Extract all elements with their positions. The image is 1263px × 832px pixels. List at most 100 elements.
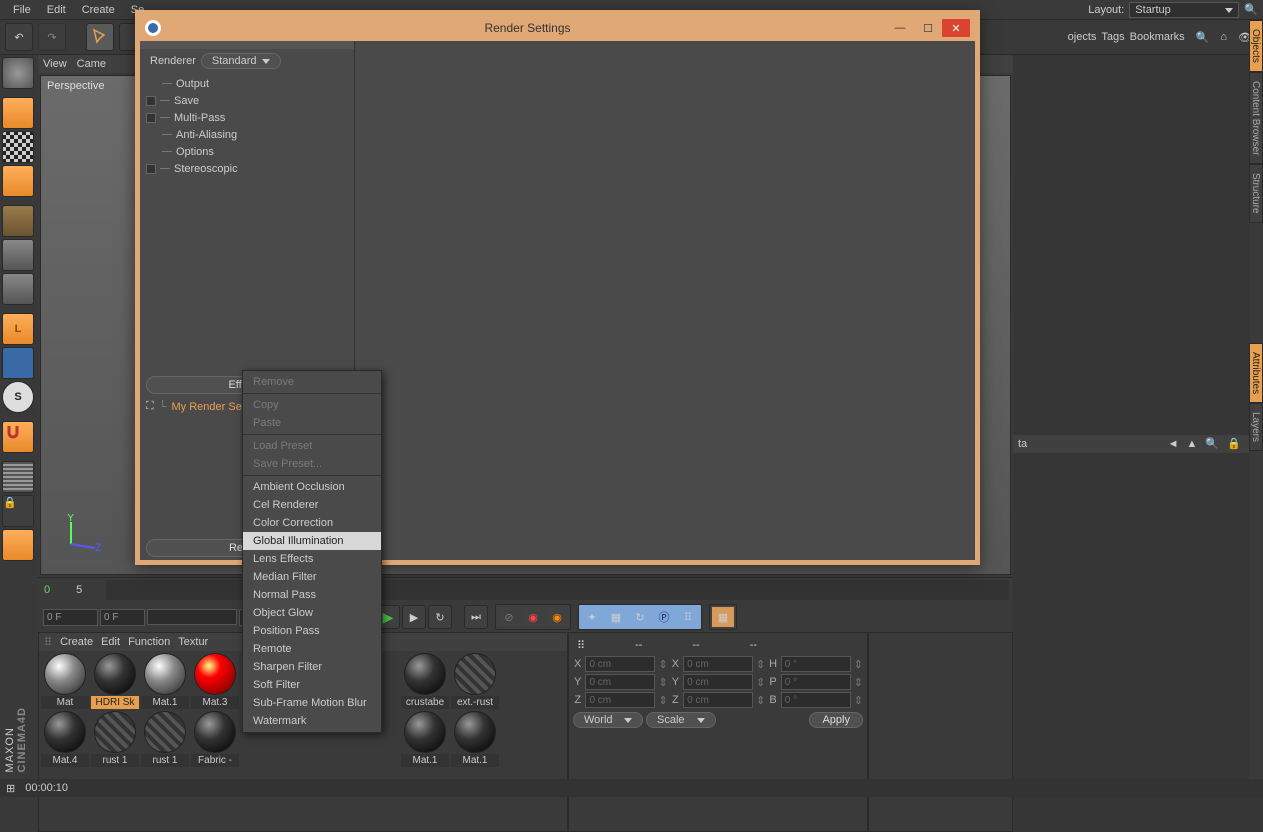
ctx-remote[interactable]: Remote bbox=[243, 640, 381, 658]
point-mode[interactable] bbox=[2, 205, 34, 237]
ctx-cel-renderer[interactable]: Cel Renderer bbox=[243, 496, 381, 514]
next-frame[interactable]: ▶ bbox=[402, 605, 426, 629]
view-menu[interactable]: View bbox=[43, 58, 67, 70]
ctx-color-correction[interactable]: Color Correction bbox=[243, 514, 381, 532]
attr-lock-icon[interactable]: 🔒 bbox=[1227, 437, 1241, 450]
obj-tab-tags[interactable]: Tags bbox=[1101, 31, 1124, 43]
material-fabric--[interactable]: Fabric - bbox=[191, 711, 239, 767]
record-key[interactable]: ◉ bbox=[522, 607, 544, 627]
ctx-watermark[interactable]: Watermark bbox=[243, 712, 381, 730]
camera-menu[interactable]: Came bbox=[77, 58, 106, 70]
material-mat-3[interactable]: Mat.3 bbox=[191, 653, 239, 709]
current-frame[interactable] bbox=[43, 609, 98, 626]
cube-primitive[interactable] bbox=[2, 97, 34, 129]
material-mat-4[interactable]: Mat.4 bbox=[41, 711, 89, 767]
tree-item-output[interactable]: Output bbox=[140, 75, 354, 92]
key-scale[interactable]: ▦ bbox=[605, 607, 627, 627]
min-frame[interactable] bbox=[100, 609, 145, 626]
material-mat[interactable]: Mat bbox=[41, 653, 89, 709]
edge-mode[interactable] bbox=[2, 239, 34, 271]
material-ext--rust[interactable]: ext.-rust bbox=[451, 653, 499, 709]
obj-tab-objects[interactable]: ojects bbox=[1068, 31, 1097, 43]
obj-filter-icon[interactable]: ⌂ bbox=[1220, 31, 1227, 43]
tree-item-save[interactable]: Save bbox=[140, 92, 354, 109]
apply-button[interactable]: Apply bbox=[809, 712, 863, 728]
redo-button[interactable]: ↷ bbox=[38, 23, 66, 51]
menu-edit[interactable]: Edit bbox=[39, 2, 74, 18]
goto-end[interactable]: ⏭ bbox=[464, 605, 488, 629]
render-setting-name[interactable]: My Render Se bbox=[172, 401, 242, 413]
tree-item-stereoscopic[interactable]: Stereoscopic bbox=[140, 160, 354, 177]
vtab-objects[interactable]: Objects bbox=[1249, 20, 1263, 72]
magnet-icon[interactable] bbox=[2, 421, 34, 453]
record-off[interactable]: ⊘ bbox=[498, 607, 520, 627]
key-param[interactable]: Ⓟ bbox=[653, 607, 675, 627]
menu-create[interactable]: Create bbox=[74, 2, 123, 18]
material-mat-1[interactable]: Mat.1 bbox=[451, 711, 499, 767]
workplane-icon[interactable] bbox=[2, 461, 34, 493]
floor-primitive[interactable] bbox=[2, 165, 34, 197]
search-icon[interactable]: 🔍 bbox=[1244, 3, 1258, 16]
s-icon[interactable]: S bbox=[2, 381, 34, 413]
ctx-soft-filter[interactable]: Soft Filter bbox=[243, 676, 381, 694]
renderer-dropdown[interactable]: Standard bbox=[201, 53, 281, 69]
nav-back-icon[interactable]: ◄ bbox=[1168, 438, 1179, 450]
maximize-button[interactable]: ☐ bbox=[914, 19, 942, 37]
attr-search-icon[interactable]: 🔍 bbox=[1205, 437, 1219, 450]
mat-menu-create[interactable]: Create bbox=[60, 636, 93, 648]
next-key[interactable]: ↻ bbox=[428, 605, 452, 629]
checker-icon[interactable] bbox=[2, 131, 34, 163]
coord-mode-2[interactable]: Scale bbox=[646, 712, 716, 728]
object-manager-body[interactable] bbox=[1013, 55, 1263, 435]
record-auto[interactable]: ◉ bbox=[546, 607, 568, 627]
checkbox-icon[interactable] bbox=[146, 113, 156, 123]
model-mode[interactable] bbox=[2, 57, 34, 89]
minimize-button[interactable]: — bbox=[886, 19, 914, 37]
key-rot[interactable]: ↻ bbox=[629, 607, 651, 627]
nav-up-icon[interactable]: ▲ bbox=[1186, 438, 1197, 450]
obj-search-icon[interactable]: 🔍 bbox=[1196, 31, 1210, 44]
grid-icon[interactable] bbox=[2, 529, 34, 561]
lock-icon[interactable]: 🔒 bbox=[2, 495, 34, 527]
material-mat-1[interactable]: Mat.1 bbox=[401, 711, 449, 767]
vtab-attributes[interactable]: Attributes bbox=[1249, 343, 1263, 403]
tree-item-multi-pass[interactable]: Multi-Pass bbox=[140, 109, 354, 126]
undo-button[interactable]: ↶ bbox=[5, 23, 33, 51]
checkbox-icon[interactable] bbox=[146, 164, 156, 174]
ctx-median-filter[interactable]: Median Filter bbox=[243, 568, 381, 586]
vtab-structure[interactable]: Structure bbox=[1249, 164, 1263, 223]
poly-mode[interactable] bbox=[2, 273, 34, 305]
axis-l-icon[interactable]: L bbox=[2, 313, 34, 345]
mat-menu-function[interactable]: Function bbox=[128, 636, 170, 648]
mouse-icon[interactable] bbox=[2, 347, 34, 379]
ctx-position-pass[interactable]: Position Pass bbox=[243, 622, 381, 640]
coord-mode-1[interactable]: World bbox=[573, 712, 643, 728]
ctx-lens-effects[interactable]: Lens Effects bbox=[243, 550, 381, 568]
live-select-tool[interactable] bbox=[86, 23, 114, 51]
close-button[interactable]: ✕ bbox=[942, 19, 970, 37]
mat-menu-texture[interactable]: Textur bbox=[178, 636, 208, 648]
tree-item-anti-aliasing[interactable]: Anti-Aliasing bbox=[140, 126, 354, 143]
dialog-titlebar[interactable]: Render Settings — ☐ ✕ bbox=[140, 15, 975, 41]
mat-menu-edit[interactable]: Edit bbox=[101, 636, 120, 648]
ctx-object-glow[interactable]: Object Glow bbox=[243, 604, 381, 622]
material-rust-1[interactable]: rust 1 bbox=[141, 711, 189, 767]
key-pla[interactable]: ⠿ bbox=[677, 607, 699, 627]
obj-tab-bookmarks[interactable]: Bookmarks bbox=[1130, 31, 1185, 43]
ctx-sharpen-filter[interactable]: Sharpen Filter bbox=[243, 658, 381, 676]
menu-file[interactable]: File bbox=[5, 2, 39, 18]
ctx-global-illumination[interactable]: Global Illumination bbox=[243, 532, 381, 550]
active-setting-icon[interactable]: ⛶ bbox=[146, 400, 154, 413]
material-mat-1[interactable]: Mat.1 bbox=[141, 653, 189, 709]
key-pos[interactable]: ✦ bbox=[581, 607, 603, 627]
ctx-normal-pass[interactable]: Normal Pass bbox=[243, 586, 381, 604]
tree-item-options[interactable]: Options bbox=[140, 143, 354, 160]
anim-layout-btn[interactable]: ▦ bbox=[712, 607, 734, 627]
material-hdri-sk[interactable]: HDRI Sk bbox=[91, 653, 139, 709]
vtab-layers[interactable]: Layers bbox=[1249, 403, 1263, 451]
ctx-ambient-occlusion[interactable]: Ambient Occlusion bbox=[243, 478, 381, 496]
vtab-content[interactable]: Content Browser bbox=[1249, 72, 1263, 164]
ctx-sub-frame-motion-blur[interactable]: Sub-Frame Motion Blur bbox=[243, 694, 381, 712]
material-rust-1[interactable]: rust 1 bbox=[91, 711, 139, 767]
layout-dropdown[interactable]: Startup bbox=[1129, 2, 1239, 18]
